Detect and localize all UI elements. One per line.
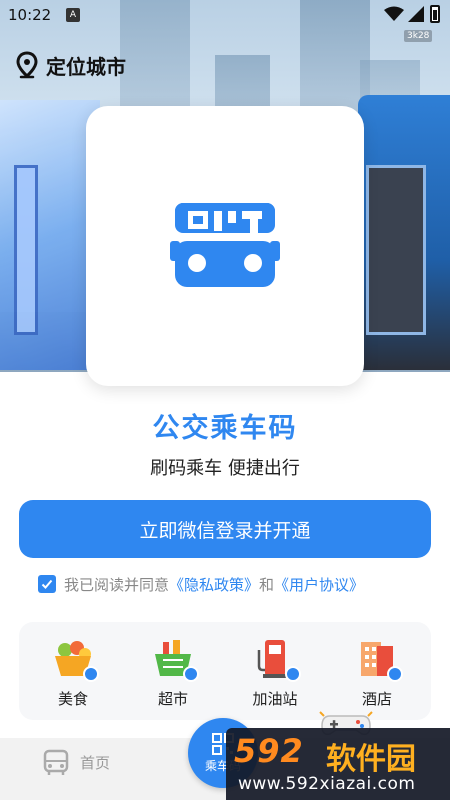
food-basket-icon	[51, 636, 99, 682]
location-label: 定位城市	[46, 54, 126, 79]
service-supermarket[interactable]: 超市	[133, 636, 213, 716]
battery-icon	[430, 5, 440, 23]
agreement-prefix: 我已阅读并同意	[64, 575, 170, 594]
agreement-row: 我已阅读并同意 《隐私政策》 和 《用户协议》	[38, 572, 364, 596]
signal-icon	[408, 6, 424, 22]
services-panel: 美食 超市 加油站 酒店	[19, 622, 431, 720]
nav-home-label: 首页	[80, 753, 111, 772]
wechat-login-button[interactable]: 立即微信登录并开通	[19, 500, 431, 558]
supermarket-basket-icon	[151, 636, 199, 682]
watermark-number: 592	[234, 732, 304, 770]
service-food[interactable]: 美食	[33, 636, 113, 716]
bus-shelter-illustration	[0, 100, 100, 370]
agreement-checkbox[interactable]	[38, 575, 56, 593]
bus-qr-icon	[170, 203, 280, 287]
wifi-icon	[384, 6, 404, 21]
service-hotel[interactable]: 酒店	[337, 636, 417, 716]
app-subtitle: 刷码乘车 便捷出行	[150, 458, 300, 479]
user-agreement-link[interactable]: 《用户协议》	[274, 574, 364, 595]
watermark-brand: 软件园	[326, 742, 416, 777]
gas-station-icon	[253, 636, 301, 682]
status-time: 10:22	[8, 6, 52, 24]
location-selector[interactable]: 定位城市	[16, 50, 126, 80]
service-label: 酒店	[361, 690, 392, 708]
service-label: 加油站	[252, 690, 298, 708]
location-pin-icon	[16, 51, 38, 79]
app-logo-card	[86, 106, 364, 386]
play-badge-icon	[183, 666, 199, 682]
app-title: 公交乘车码	[152, 413, 298, 444]
bus-icon	[43, 749, 69, 775]
service-label: 美食	[57, 690, 88, 708]
status-bar: 10:22 A 3k28	[0, 0, 450, 42]
bus-illustration	[358, 95, 450, 370]
service-gas-station[interactable]: 加油站	[235, 636, 315, 716]
network-speed: 3k28	[404, 30, 433, 42]
service-label: 超市	[157, 690, 188, 708]
privacy-policy-link[interactable]: 《隐私政策》	[169, 574, 259, 595]
notification-icon: A	[66, 8, 80, 22]
check-icon	[41, 579, 53, 589]
agreement-conjunction: 和	[259, 575, 275, 594]
watermark-logo: 592 软件园 www.592xiazai.com	[226, 728, 450, 800]
play-badge-icon	[285, 666, 301, 682]
play-badge-icon	[83, 666, 99, 682]
nav-home[interactable]: 首页	[42, 748, 110, 776]
watermark-url: www.592xiazai.com	[238, 774, 416, 794]
hotel-building-icon	[355, 636, 403, 682]
play-badge-icon	[387, 666, 403, 682]
